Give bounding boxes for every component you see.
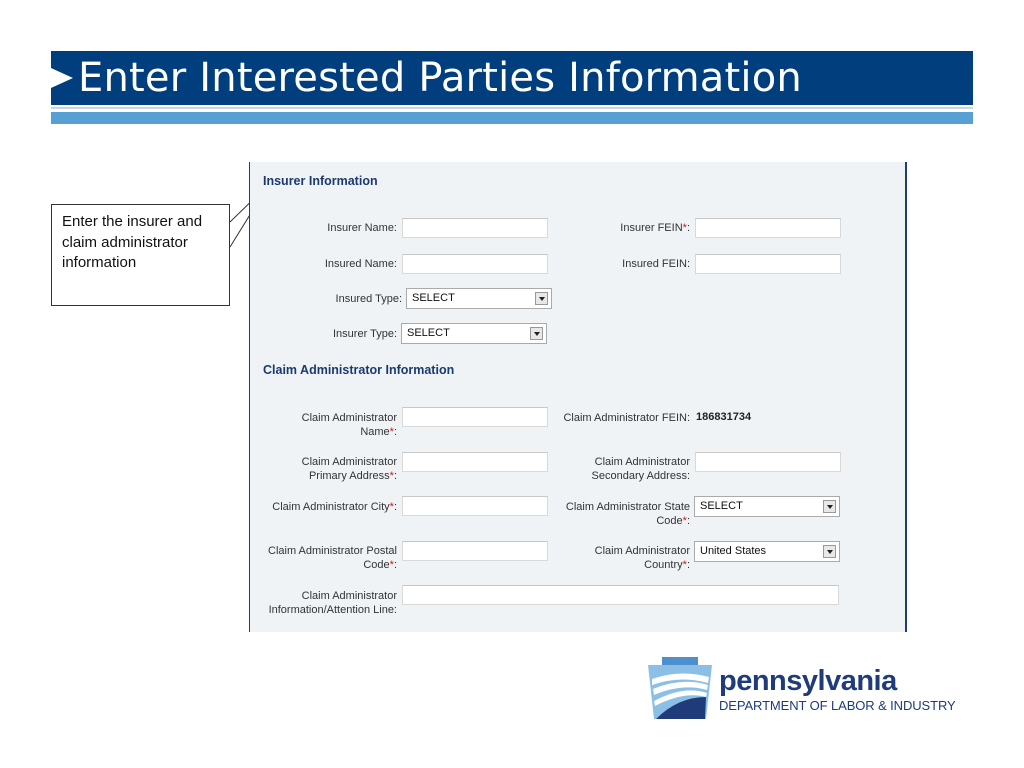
claim-admin-secondary-address-label: Claim Administrator Secondary Address: xyxy=(592,455,690,483)
insured-name-label: Insured Name: xyxy=(324,258,397,270)
label-colon: : xyxy=(393,559,397,571)
insured-name-input[interactable] xyxy=(402,254,548,274)
claim-admin-primary-address-label: Claim Administrator Primary Address*: xyxy=(302,455,397,483)
insurer-fein-label: Insurer FEIN*: xyxy=(620,221,690,235)
label-line: Primary Address xyxy=(308,470,390,482)
label-line: Secondary Address: xyxy=(591,470,690,482)
label-line: Name xyxy=(360,426,390,438)
insurer-fein-label-text: Insurer FEIN xyxy=(620,222,683,234)
state-code-value: SELECT xyxy=(700,500,743,512)
claim-admin-fein-label: Claim Administrator FEIN: xyxy=(563,412,690,424)
claim-admin-postal-code-input[interactable] xyxy=(402,541,548,561)
label-line: Code xyxy=(363,559,390,571)
form-panel: Insurer Information Insurer Name: Insure… xyxy=(249,162,907,632)
insurer-section-heading: Insurer Information xyxy=(263,174,378,188)
insured-type-value: SELECT xyxy=(412,292,455,304)
claim-admin-name-label: Claim Administrator Name*: xyxy=(302,411,397,439)
chevron-down-icon[interactable] xyxy=(823,545,836,558)
insurer-name-label: Insurer Name: xyxy=(327,222,397,234)
insured-type-select[interactable]: SELECT xyxy=(406,288,552,309)
claim-admin-fein-value: 186831734 xyxy=(696,411,752,423)
insurer-fein-input[interactable] xyxy=(695,218,841,238)
claim-admin-state-code-label: Claim Administrator State Code*: xyxy=(566,500,690,528)
label-line: Claim Administrator City xyxy=(272,501,390,513)
keystone-icon xyxy=(648,657,712,719)
label-colon: : xyxy=(686,222,690,234)
insured-fein-label: Insured FEIN: xyxy=(622,258,690,270)
insured-type-label: Insured Type: xyxy=(335,293,402,305)
label-line: Claim Administrator xyxy=(301,412,397,424)
label-line: Claim Administrator State xyxy=(565,501,690,513)
label-line: Country xyxy=(644,559,683,571)
insurer-name-input[interactable] xyxy=(402,218,548,238)
title-banner: Enter Interested Parties Information xyxy=(51,51,973,105)
label-line: Code xyxy=(656,515,683,527)
chevron-down-icon[interactable] xyxy=(823,500,836,513)
callout-text: Enter the insurer and claim administrato… xyxy=(62,213,203,271)
insured-fein-input[interactable] xyxy=(695,254,841,274)
label-colon: : xyxy=(393,501,397,513)
label-line: Claim Administrator Postal xyxy=(268,545,397,557)
page-title: Enter Interested Parties Information xyxy=(78,55,802,101)
chevron-down-icon[interactable] xyxy=(530,327,543,340)
callout-box: Enter the insurer and claim administrato… xyxy=(51,204,230,306)
claim-admin-section-heading: Claim Administrator Information xyxy=(263,363,455,377)
title-divider xyxy=(51,107,973,109)
claim-admin-attention-line-input[interactable] xyxy=(402,585,839,605)
logo-wordmark: pennsylvania xyxy=(719,665,897,697)
label-colon: : xyxy=(686,559,690,571)
label-line: Claim Administrator xyxy=(301,590,397,602)
claim-admin-secondary-address-input[interactable] xyxy=(695,452,841,472)
label-line: Information/Attention Line: xyxy=(268,604,397,616)
label-colon: : xyxy=(686,515,690,527)
claim-admin-city-label: Claim Administrator City*: xyxy=(272,500,397,514)
insurer-type-select[interactable]: SELECT xyxy=(401,323,547,344)
country-value: United States xyxy=(700,545,767,557)
claim-admin-state-code-select[interactable]: SELECT xyxy=(694,496,840,517)
insurer-type-value: SELECT xyxy=(407,327,450,339)
label-colon: : xyxy=(393,426,397,438)
claim-admin-country-select[interactable]: United States xyxy=(694,541,840,562)
claim-admin-primary-address-input[interactable] xyxy=(402,452,548,472)
label-line: Claim Administrator xyxy=(594,545,690,557)
claim-admin-country-label: Claim Administrator Country*: xyxy=(595,544,690,572)
label-line: Claim Administrator xyxy=(594,456,690,468)
accent-bar xyxy=(51,112,973,124)
insurer-type-label: Insurer Type: xyxy=(333,328,397,340)
arrow-bullet-icon xyxy=(51,68,73,88)
logo-department: DEPARTMENT OF LABOR & INDUSTRY xyxy=(719,698,956,713)
label-line: Claim Administrator xyxy=(301,456,397,468)
label-colon: : xyxy=(393,470,397,482)
claim-admin-name-input[interactable] xyxy=(402,407,548,427)
claim-admin-postal-code-label: Claim Administrator Postal Code*: xyxy=(268,544,397,572)
claim-admin-city-input[interactable] xyxy=(402,496,548,516)
claim-admin-attention-line-label: Claim Administrator Information/Attentio… xyxy=(269,589,397,617)
chevron-down-icon[interactable] xyxy=(535,292,548,305)
